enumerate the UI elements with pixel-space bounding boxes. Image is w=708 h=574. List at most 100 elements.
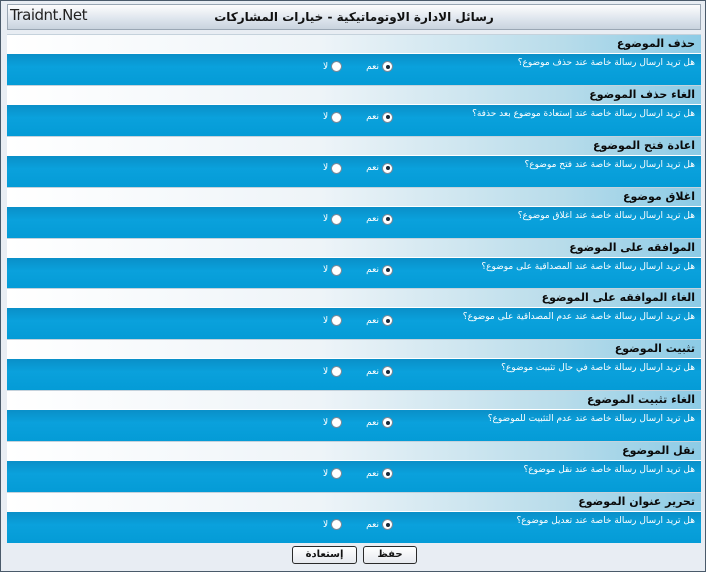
no-radio[interactable]: [331, 417, 343, 429]
no-radio[interactable]: [331, 162, 343, 174]
option-no[interactable]: لا: [323, 468, 343, 480]
no-radio[interactable]: [331, 468, 343, 480]
section-title: اعادة فتح الموضوع: [7, 135, 701, 155]
settings-section: اغلاق موضوع هل تريد ارسال رسالة خاصة عند…: [7, 186, 701, 239]
option-no[interactable]: لا: [323, 519, 343, 531]
section-question: هل تريد ارسال رسالة خاصة عند عدم التثبيت…: [487, 414, 695, 425]
option-no[interactable]: لا: [323, 366, 343, 378]
no-radio[interactable]: [331, 315, 343, 327]
option-yes[interactable]: نعم: [366, 315, 393, 327]
yes-label: نعم: [366, 112, 379, 123]
restore-button[interactable]: إستعادة: [292, 546, 357, 564]
section-body: هل تريد ارسال رسالة خاصة عند حذف موضوع؟ …: [7, 53, 701, 86]
no-label: لا: [323, 366, 329, 377]
option-no[interactable]: لا: [323, 264, 343, 276]
yes-radio[interactable]: [382, 417, 393, 429]
no-label: لا: [323, 417, 329, 428]
no-radio[interactable]: [331, 213, 343, 225]
yes-radio[interactable]: [382, 111, 393, 123]
settings-section: الغاء الموافقه على الموضوع هل تريد ارسال…: [7, 288, 701, 341]
yes-no-options: نعم لا: [323, 61, 393, 77]
section-body: هل تريد ارسال رسالة خاصة عند عدم التثبيت…: [7, 409, 701, 443]
no-radio[interactable]: [331, 61, 343, 72]
option-no[interactable]: لا: [323, 162, 343, 174]
section-title: الموافقه على الموضوع: [7, 237, 701, 257]
no-radio[interactable]: [331, 111, 343, 123]
yes-label: نعم: [366, 214, 379, 225]
no-label: لا: [323, 214, 329, 225]
no-label: لا: [323, 315, 329, 326]
section-body: هل تريد ارسال رسالة خاصة في حال تثبيت مو…: [7, 358, 701, 392]
yes-label: نعم: [366, 265, 379, 276]
section-question: هل تريد ارسال رسالة خاصة عند إستعادة موض…: [472, 108, 695, 119]
section-title: حذف الموضوع: [7, 34, 701, 53]
section-title: الغاء حذف الموضوع: [7, 84, 701, 104]
settings-section: تثبيت الموضوع هل تريد ارسال رسالة خاصة ف…: [7, 339, 701, 392]
option-yes[interactable]: نعم: [366, 417, 393, 429]
option-no[interactable]: لا: [323, 111, 343, 123]
settings-section: حذف الموضوع هل تريد ارسال رسالة خاصة عند…: [7, 34, 701, 86]
yes-no-options: نعم لا: [323, 417, 393, 433]
section-title: الغاء الموافقه على الموضوع: [7, 288, 701, 308]
section-question: هل تريد ارسال رسالة خاصة عند عدم المصداق…: [462, 312, 695, 323]
settings-list: حذف الموضوع هل تريد ارسال رسالة خاصة عند…: [7, 34, 701, 545]
section-body: هل تريد ارسال رسالة خاصة عند اغلاق موضوع…: [7, 205, 701, 239]
yes-radio[interactable]: [382, 519, 393, 531]
option-yes[interactable]: نعم: [366, 162, 393, 174]
yes-radio[interactable]: [382, 61, 393, 72]
yes-label: نعم: [366, 61, 379, 72]
yes-no-options: نعم لا: [323, 315, 393, 331]
yes-radio[interactable]: [382, 213, 393, 225]
yes-no-options: نعم لا: [323, 366, 393, 382]
settings-panel: رسائل الادارة الاوتوماتيكية - خيارات الم…: [0, 0, 706, 572]
yes-radio[interactable]: [382, 366, 393, 378]
option-yes[interactable]: نعم: [366, 366, 393, 378]
yes-no-options: نعم لا: [323, 162, 393, 179]
no-radio[interactable]: [331, 264, 343, 276]
yes-label: نعم: [366, 519, 379, 530]
yes-radio[interactable]: [382, 468, 393, 480]
section-question: هل تريد ارسال رسالة خاصة عند حذف موضوع؟: [517, 58, 695, 68]
settings-section: تحرير عنوان الموضوع هل تريد ارسال رسالة …: [7, 492, 701, 545]
section-body: هل تريد ارسال رسالة خاصة عند عدم المصداق…: [7, 307, 701, 341]
section-title: الغاء تثبيت الموضوع: [7, 390, 701, 410]
option-no[interactable]: لا: [323, 61, 343, 72]
section-question: هل تريد ارسال رسالة خاصة عند فتح موضوع؟: [524, 159, 695, 170]
yes-label: نعم: [366, 417, 379, 428]
settings-section: الغاء حذف الموضوع هل تريد ارسال رسالة خا…: [7, 84, 701, 137]
section-title: اغلاق موضوع: [7, 186, 701, 206]
form-footer: إستعادة حفظ: [7, 543, 701, 569]
yes-no-options: نعم لا: [323, 264, 393, 281]
save-button[interactable]: حفظ: [363, 546, 417, 564]
section-question: هل تريد ارسال رسالة خاصة في حال تثبيت مو…: [501, 363, 695, 374]
option-no[interactable]: لا: [323, 315, 343, 327]
option-yes[interactable]: نعم: [366, 213, 393, 225]
yes-label: نعم: [366, 468, 379, 479]
yes-no-options: نعم لا: [323, 468, 393, 484]
yes-radio[interactable]: [382, 315, 393, 327]
option-yes[interactable]: نعم: [366, 61, 393, 72]
option-yes[interactable]: نعم: [366, 264, 393, 276]
watermark-logo: Traidnt.Net: [10, 6, 88, 24]
yes-label: نعم: [366, 315, 379, 326]
no-radio[interactable]: [331, 366, 343, 378]
option-no[interactable]: لا: [323, 213, 343, 225]
option-yes[interactable]: نعم: [366, 111, 393, 123]
yes-label: نعم: [366, 163, 379, 174]
no-label: لا: [323, 519, 329, 530]
no-label: لا: [323, 265, 329, 276]
option-yes[interactable]: نعم: [366, 519, 393, 531]
no-radio[interactable]: [331, 519, 343, 531]
yes-label: نعم: [366, 366, 379, 377]
no-label: لا: [323, 61, 329, 72]
section-title: تحرير عنوان الموضوع: [7, 492, 701, 512]
yes-no-options: نعم لا: [323, 213, 393, 230]
option-yes[interactable]: نعم: [366, 468, 393, 480]
option-no[interactable]: لا: [323, 417, 343, 429]
settings-section: نقل الموضوع هل تريد ارسال رسالة خاصة عند…: [7, 441, 701, 494]
yes-radio[interactable]: [382, 162, 393, 174]
yes-radio[interactable]: [382, 264, 393, 276]
section-question: هل تريد ارسال رسالة خاصة عند المصداقية ع…: [481, 261, 695, 272]
section-body: هل تريد ارسال رسالة خاصة عند إستعادة موض…: [7, 103, 701, 137]
section-question: هل تريد ارسال رسالة خاصة عند تعديل موضوع…: [516, 516, 695, 527]
